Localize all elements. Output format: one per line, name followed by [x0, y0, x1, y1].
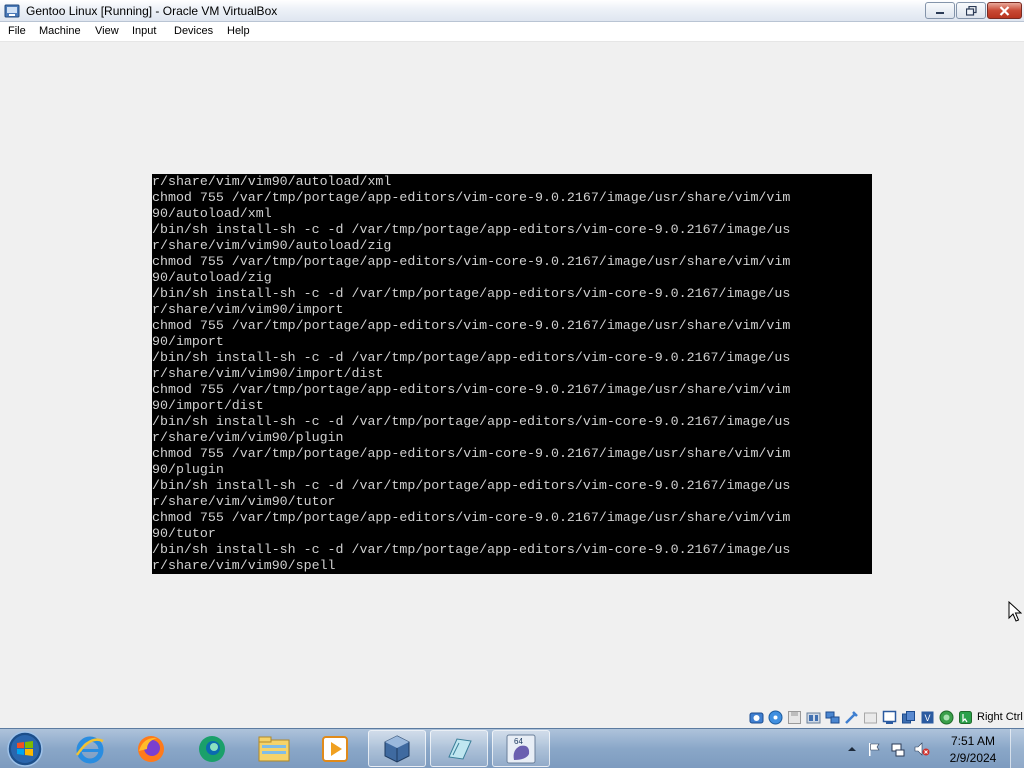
virtualbox-manager-icon	[384, 734, 410, 763]
console-line: 90/tutor	[152, 526, 216, 541]
console-line: /bin/sh install-sh -c -d /var/tmp/portag…	[152, 222, 791, 237]
clock-date[interactable]: 2/9/2024	[946, 751, 1000, 765]
file-explorer-icon	[258, 736, 290, 761]
taskbar-media-player[interactable]	[306, 730, 364, 767]
media-player-icon	[322, 735, 348, 762]
console-line: /bin/sh install-sh -c -d /var/tmp/portag…	[152, 286, 791, 301]
console-line: 90/import/dist	[152, 398, 264, 413]
taskbar-file-explorer[interactable]	[245, 730, 303, 767]
close-icon	[999, 5, 1010, 16]
firefox-icon	[138, 735, 164, 762]
console-line: r/share/vim/vim90/tutor	[152, 494, 336, 509]
console-line: chmod 755 /var/tmp/portage/app-editors/v…	[152, 254, 791, 269]
console-line: chmod 755 /var/tmp/portage/app-editors/v…	[152, 382, 791, 397]
windows-logo-icon	[17, 742, 24, 748]
console-line: r/share/vim/vim90/import/dist	[152, 366, 384, 381]
console-line: 90/autoload/xml	[152, 206, 272, 221]
notepad-icon	[448, 737, 472, 760]
console-line: r/share/vim/vim90/import	[152, 302, 344, 317]
console-line: r/share/vim/vim90/autoload/xml	[152, 174, 392, 189]
console-line: chmod 755 /var/tmp/portage/app-editors/v…	[152, 446, 791, 461]
optical-drive-icon[interactable]	[768, 710, 783, 725]
shared-folders-icon[interactable]	[863, 710, 878, 725]
virtualbox-window: Gentoo Linux [Running] - Oracle VM Virtu…	[0, 0, 1024, 728]
menu-file[interactable]: File	[7, 25, 27, 37]
mouse-pointer-icon	[1008, 601, 1022, 622]
console-line: r/share/vim/vim90/spell	[152, 558, 336, 573]
network-tray-icon[interactable]	[890, 741, 906, 757]
title-bar[interactable]: Gentoo Linux [Running] - Oracle VM Virtu…	[0, 0, 1024, 22]
vm-status-bar: V Right Ctrl	[0, 707, 1024, 728]
console-line: 90/import	[152, 334, 224, 349]
menu-bar: File Machine View Input Devices Help	[0, 22, 1024, 42]
floppy-drive-icon[interactable]	[787, 710, 802, 725]
show-hidden-icons-icon[interactable]	[844, 741, 860, 757]
taskbar-edge[interactable]	[183, 730, 241, 767]
usb-icon[interactable]	[844, 710, 859, 725]
restore-button[interactable]	[956, 2, 986, 19]
minimize-button[interactable]	[925, 2, 955, 19]
svg-text:V: V	[924, 713, 930, 723]
volume-muted-icon[interactable]	[914, 741, 930, 757]
close-button[interactable]	[987, 2, 1022, 19]
show-desktop-button[interactable]	[1010, 729, 1024, 768]
taskbar-virtualbox-manager[interactable]	[368, 730, 426, 767]
taskbar-notepad[interactable]	[430, 730, 488, 767]
virtualbox-app-icon	[4, 4, 20, 18]
console-line: /bin/sh install-sh -c -d /var/tmp/portag…	[152, 542, 791, 557]
network-icon[interactable]	[825, 710, 840, 725]
console-line: chmod 755 /var/tmp/portage/app-editors/v…	[152, 318, 791, 333]
menu-machine[interactable]: Machine	[38, 25, 82, 37]
svg-text:64: 64	[514, 737, 523, 746]
console-line: 90/autoload/zig	[152, 270, 272, 285]
virtualbox-vm-icon: 64	[506, 734, 536, 763]
menu-input[interactable]: Input	[131, 25, 157, 37]
hard-disk-icon[interactable]	[749, 710, 764, 725]
taskbar: 64 7:51 AM 2/9/2024	[0, 728, 1024, 768]
console-line: chmod 755 /var/tmp/portage/app-editors/v…	[152, 510, 791, 525]
recording-icon[interactable]	[901, 710, 916, 725]
vm-console[interactable]: r/share/vim/vim90/autoload/xml chmod 755…	[152, 174, 872, 574]
window-title: Gentoo Linux [Running] - Oracle VM Virtu…	[26, 4, 278, 18]
internet-explorer-icon	[75, 736, 104, 763]
action-center-flag-icon[interactable]	[866, 741, 882, 757]
cpu-icon[interactable]: V	[920, 710, 935, 725]
menu-view[interactable]: View	[94, 25, 120, 37]
minimize-icon	[936, 11, 944, 14]
console-line: /bin/sh install-sh -c -d /var/tmp/portag…	[152, 414, 791, 429]
taskbar-firefox[interactable]	[122, 730, 180, 767]
clock-time[interactable]: 7:51 AM	[946, 734, 1000, 748]
menu-help[interactable]: Help	[226, 25, 251, 37]
taskbar-internet-explorer[interactable]	[61, 730, 119, 767]
console-line: /bin/sh install-sh -c -d /var/tmp/portag…	[152, 478, 791, 493]
start-button[interactable]	[3, 730, 47, 768]
audio-icon[interactable]	[806, 710, 821, 725]
menu-devices[interactable]: Devices	[173, 25, 214, 37]
edge-icon	[199, 735, 225, 762]
display-icon[interactable]	[882, 710, 897, 725]
console-line: /bin/sh install-sh -c -d /var/tmp/portag…	[152, 350, 791, 365]
host-key-label[interactable]: Right Ctrl	[977, 711, 1023, 723]
console-line: r/share/vim/vim90/autoload/zig	[152, 238, 392, 253]
console-line: chmod 755 /var/tmp/portage/app-editors/v…	[152, 190, 791, 205]
taskbar-virtualbox-vm[interactable]: 64	[492, 730, 550, 767]
vt-x-icon[interactable]	[939, 710, 954, 725]
console-line: 90/plugin	[152, 462, 224, 477]
console-line: r/share/vim/vim90/plugin	[152, 430, 344, 445]
restore-icon	[965, 5, 977, 16]
mouse-integration-icon[interactable]	[958, 710, 973, 725]
